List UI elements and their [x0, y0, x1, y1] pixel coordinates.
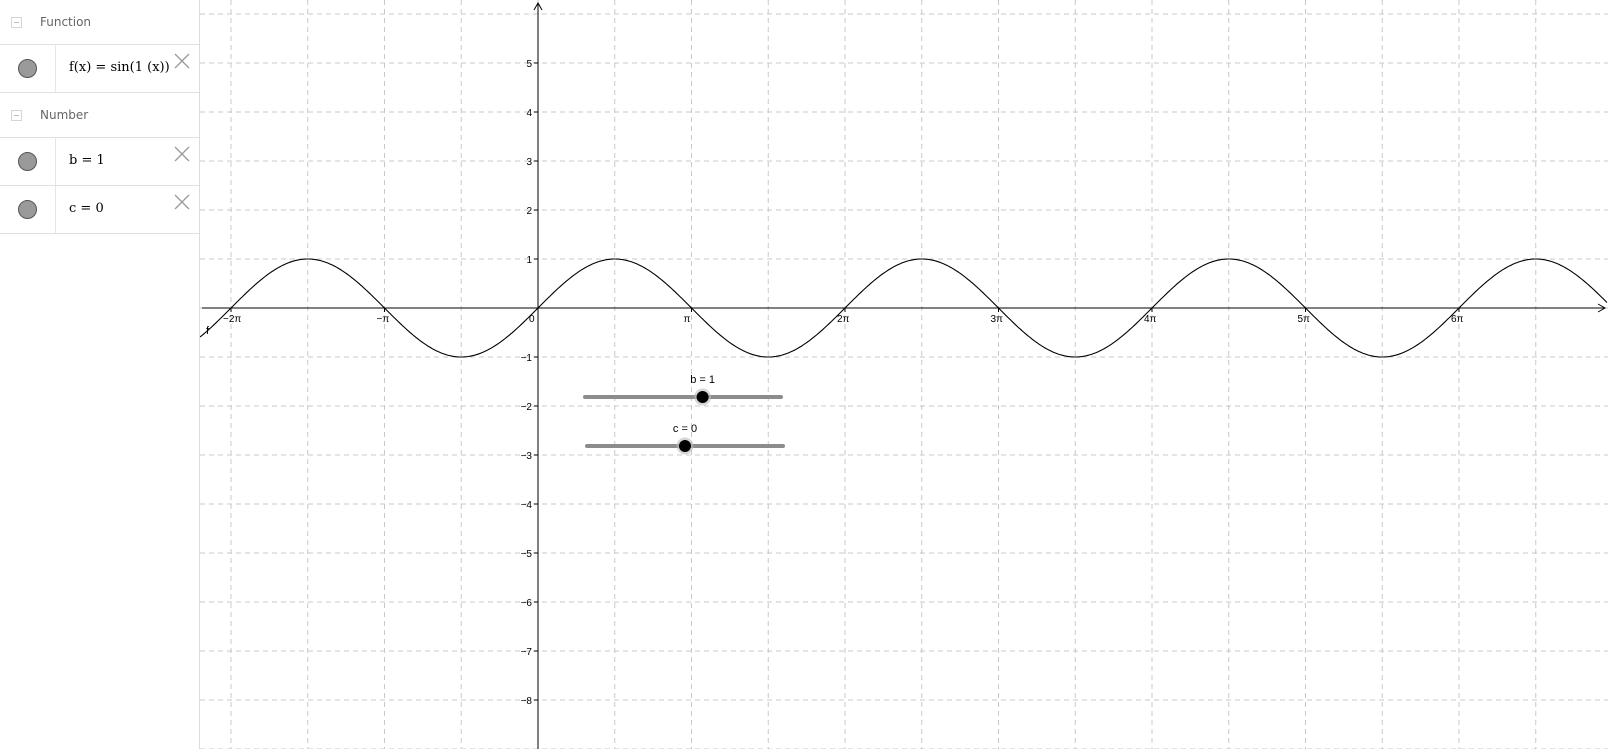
- y-tick-label: 3: [526, 157, 532, 168]
- algebra-item-b[interactable]: b = 1: [69, 153, 105, 168]
- group-number-header[interactable]: Number: [0, 93, 199, 138]
- algebra-row-b[interactable]: b = 1: [0, 138, 199, 186]
- collapse-icon[interactable]: [11, 17, 22, 28]
- close-icon[interactable]: [173, 145, 191, 163]
- algebra-view: Function f(x) = sin(1 (x)) Number b = 1 …: [0, 0, 200, 749]
- marble-cell: [0, 186, 56, 233]
- y-tick-label: −8: [521, 696, 533, 707]
- y-tick-label: 1: [526, 255, 532, 266]
- axes: [202, 1, 1607, 749]
- x-tick-label: 6π: [1451, 314, 1464, 325]
- visibility-toggle-icon[interactable]: [18, 200, 37, 219]
- algebra-row-c[interactable]: c = 0: [0, 186, 199, 234]
- visibility-toggle-icon[interactable]: [18, 152, 37, 171]
- y-tick-label: 2: [526, 206, 532, 217]
- y-tick-label: −4: [521, 500, 533, 511]
- algebra-item-f[interactable]: f(x) = sin(1 (x)): [69, 60, 170, 75]
- y-tick-label: −2: [521, 402, 533, 413]
- slider-knob[interactable]: [679, 440, 691, 452]
- x-tick-label: π: [684, 314, 691, 325]
- tick-labels: −2π −π 0 π 2π 3π 4π 5π 6π54321−1−2−3−4−5−6−7−8: [223, 59, 1464, 707]
- y-tick-label: −7: [521, 647, 533, 658]
- slider-c[interactable]: c = 0: [585, 423, 785, 455]
- group-function-header[interactable]: Function: [0, 0, 199, 45]
- close-icon[interactable]: [173, 52, 191, 70]
- close-icon[interactable]: [173, 193, 191, 211]
- collapse-icon[interactable]: [11, 110, 22, 121]
- group-label-function: Function: [40, 15, 92, 29]
- x-tick-label: 2π: [837, 314, 850, 325]
- algebra-item-c[interactable]: c = 0: [69, 201, 104, 216]
- visibility-toggle-icon[interactable]: [18, 59, 37, 78]
- y-tick-label: 5: [526, 59, 532, 70]
- y-tick-label: −5: [521, 549, 533, 560]
- marble-cell: [0, 45, 56, 92]
- y-tick-label: −1: [521, 353, 533, 364]
- slider-knob[interactable]: [696, 391, 709, 403]
- slider-label-b: b = 1: [690, 374, 715, 386]
- x-tick-label: 3π: [991, 314, 1004, 325]
- function-label: f: [206, 325, 210, 337]
- graphics-view[interactable]: −2π −π 0 π 2π 3π 4π 5π 6π54321−1−2−3−4−5−6−7−8 f…: [200, 0, 1608, 749]
- algebra-row-f[interactable]: f(x) = sin(1 (x)): [0, 45, 199, 93]
- x-tick-label: 5π: [1298, 314, 1311, 325]
- y-tick-label: −3: [521, 451, 533, 462]
- x-tick-label: −2π: [223, 314, 241, 325]
- group-label-number: Number: [40, 108, 89, 122]
- grid: [200, 0, 1608, 749]
- y-tick-label: −6: [521, 598, 533, 609]
- x-tick-label: 4π: [1144, 314, 1157, 325]
- x-tick-label: −π: [377, 314, 390, 325]
- marble-cell: [0, 138, 56, 185]
- slider-label-c: c = 0: [673, 423, 697, 435]
- y-tick-label: 4: [526, 108, 532, 119]
